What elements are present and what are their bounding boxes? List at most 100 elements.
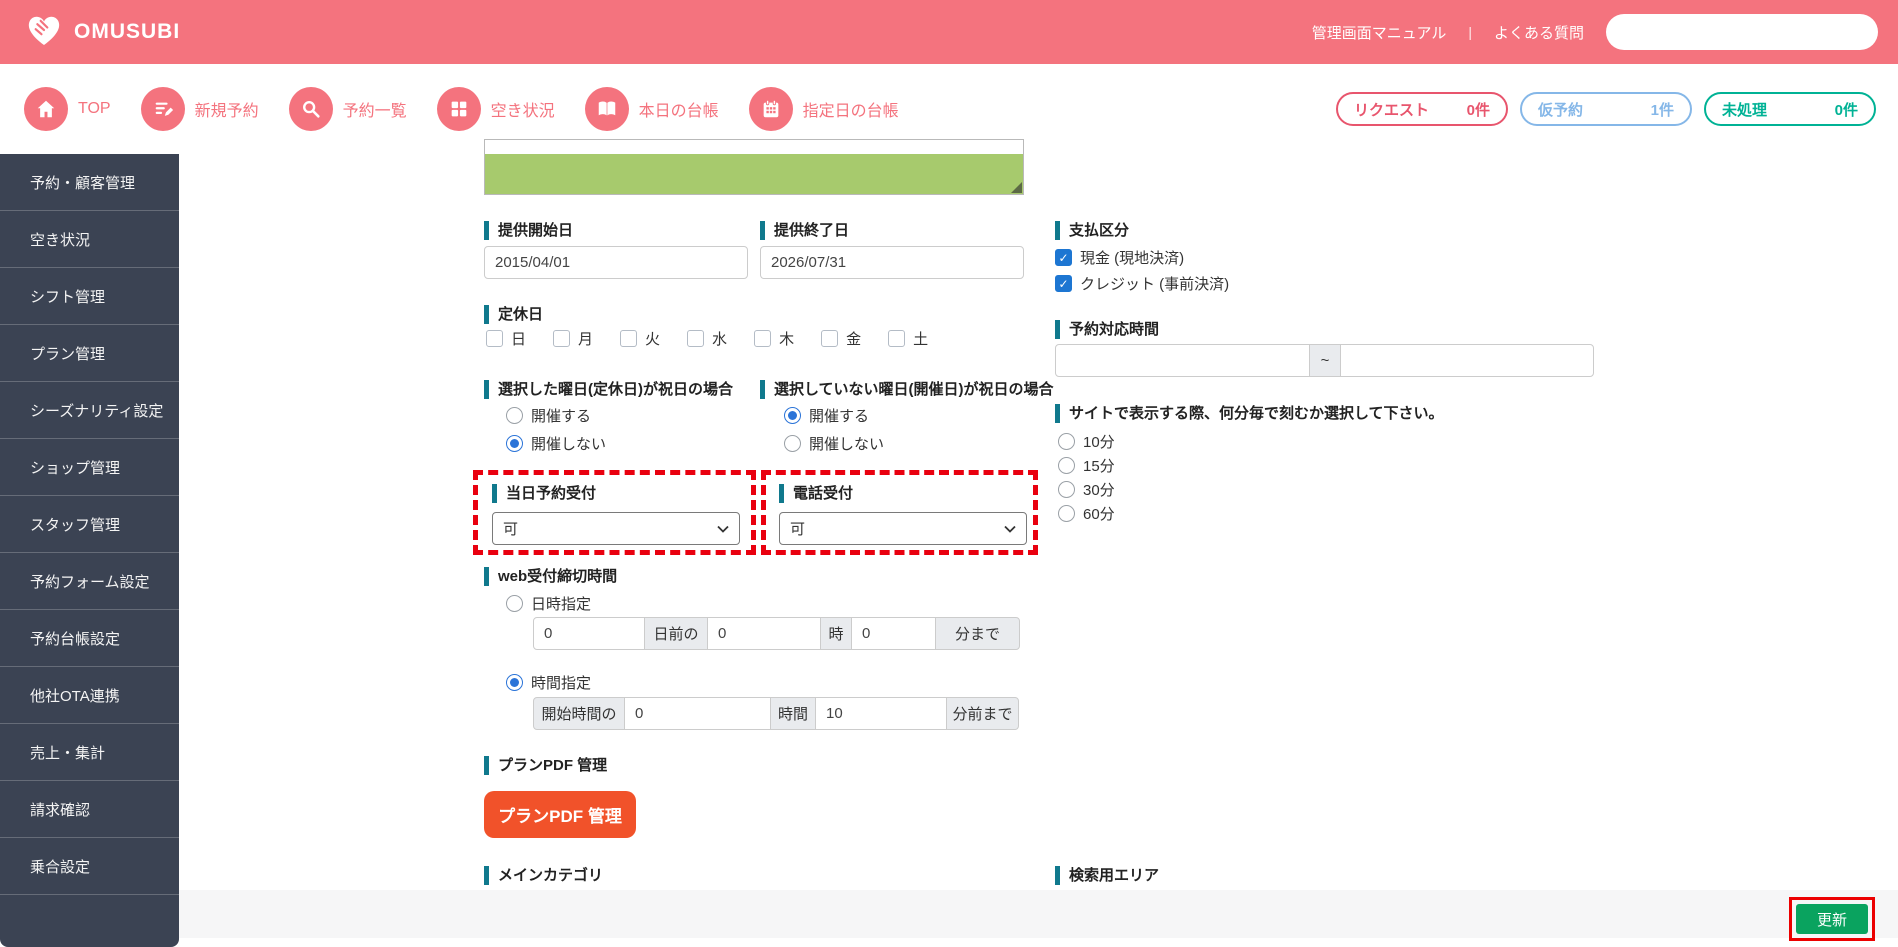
- sidebar-item-shift[interactable]: シフト管理: [0, 268, 179, 325]
- selected-holiday-closed-radio[interactable]: [506, 435, 523, 452]
- closed-days-label: 定休日: [484, 305, 543, 324]
- unselected-holiday-label: 選択していない曜日(開催日)が祝日の場合: [760, 380, 1054, 399]
- time-hour-addon: 時間: [770, 697, 816, 730]
- payment-cash-checkbox[interactable]: ✓: [1055, 249, 1072, 266]
- day-sat-checkbox[interactable]: ✓: [888, 330, 906, 347]
- interval-15-radio[interactable]: [1058, 457, 1075, 474]
- app-header: OMUSUBI 管理画面マニュアル | よくある質問: [0, 0, 1898, 64]
- link-separator: |: [1468, 24, 1472, 40]
- omusubi-heart-logo-icon: [24, 10, 64, 55]
- interval-60-radio[interactable]: [1058, 505, 1075, 522]
- day-thu: ✓木: [754, 328, 794, 349]
- deadline-days-addon: 日前の: [644, 617, 708, 650]
- nav-item-reservation-list[interactable]: 予約一覧: [288, 87, 407, 131]
- check-icon: ✓: [1058, 250, 1069, 265]
- same-day-label: 当日予約受付: [492, 484, 596, 503]
- deadline-minute-input[interactable]: [851, 617, 936, 650]
- deadline-time-radio[interactable]: [506, 674, 523, 691]
- day-mon: ✓月: [553, 328, 593, 349]
- radio-dot-icon: [510, 439, 519, 448]
- sidebar-item-reservation-customer[interactable]: 予約・顧客管理: [0, 154, 179, 211]
- interval-30-radio[interactable]: [1058, 481, 1075, 498]
- sidebar-item-availability[interactable]: 空き状況: [0, 211, 179, 268]
- badge-tentative[interactable]: 仮予約 1件: [1520, 92, 1692, 126]
- interval-10-radio[interactable]: [1058, 433, 1075, 450]
- sidebar-item-ledger-settings[interactable]: 予約台帳設定: [0, 610, 179, 667]
- deadline-hour-input[interactable]: [707, 617, 821, 650]
- unselected-holiday-closed-radio[interactable]: [784, 435, 801, 452]
- chevron-down-icon: [1004, 525, 1016, 533]
- new-reservation-icon: [140, 87, 185, 131]
- main-category-label: メインカテゴリ: [484, 866, 603, 885]
- annotation-box-update: 更新: [1789, 897, 1875, 941]
- time-minute-input[interactable]: [815, 697, 947, 730]
- date-ledger-icon: [748, 87, 793, 131]
- sidebar-item-shop[interactable]: ショップ管理: [0, 439, 179, 496]
- phone-select[interactable]: 可: [779, 512, 1027, 545]
- nav-item-top[interactable]: TOP: [24, 87, 111, 131]
- payment-credit-checkbox[interactable]: ✓: [1055, 275, 1072, 292]
- day-fri: ✓金: [821, 328, 861, 349]
- nav-item-date-ledger[interactable]: 指定日の台帳: [748, 87, 899, 131]
- sidebar-item-sales[interactable]: 売上・集計: [0, 724, 179, 781]
- resize-grip-icon[interactable]: [1011, 182, 1022, 193]
- reservation-hours-to-input[interactable]: [1340, 344, 1594, 377]
- nav-item-new-reservation[interactable]: 新規予約: [140, 87, 259, 131]
- manual-link[interactable]: 管理画面マニュアル: [1312, 22, 1447, 43]
- closed-days-row: ✓日 ✓月 ✓火 ✓水 ✓木 ✓金 ✓土: [486, 328, 928, 349]
- sidebar-item-reservation-form[interactable]: 予約フォーム設定: [0, 553, 179, 610]
- deadline-time-group: 開始時間の 時間 分前まで: [533, 697, 1019, 730]
- day-mon-checkbox[interactable]: ✓: [553, 330, 571, 347]
- day-tue: ✓火: [620, 328, 660, 349]
- deadline-datetime-radio[interactable]: [506, 595, 523, 612]
- plan-pdf-button[interactable]: プランPDF 管理: [484, 791, 636, 838]
- description-textarea[interactable]: [484, 139, 1024, 195]
- offer-start-input[interactable]: [484, 246, 748, 279]
- offer-end-input[interactable]: [760, 246, 1024, 279]
- deadline-days-input[interactable]: [533, 617, 645, 650]
- day-tue-checkbox[interactable]: ✓: [620, 330, 638, 347]
- interval-label: サイトで表示する際、何分毎で刻むか選択して下さい。: [1055, 404, 1444, 423]
- day-fri-checkbox[interactable]: ✓: [821, 330, 839, 347]
- radio-dot-icon: [788, 411, 797, 420]
- day-wed: ✓水: [687, 328, 727, 349]
- time-hour-input[interactable]: [624, 697, 771, 730]
- sidebar-item-billing[interactable]: 請求確認: [0, 781, 179, 838]
- badge-unprocessed[interactable]: 未処理 0件: [1704, 92, 1876, 126]
- unselected-holiday-open-radio[interactable]: [784, 407, 801, 424]
- start-time-addon: 開始時間の: [533, 697, 625, 730]
- selected-holiday-label: 選択した曜日(定休日)が祝日の場合: [484, 380, 733, 399]
- sidebar-item-plan[interactable]: プラン管理: [0, 325, 179, 382]
- phone-label: 電話受付: [779, 484, 853, 503]
- offer-start-label: 提供開始日: [484, 221, 573, 240]
- bottom-action-bar: [179, 890, 1898, 938]
- reservation-hours-from-input[interactable]: [1055, 344, 1310, 377]
- selected-holiday-open-radio[interactable]: [506, 407, 523, 424]
- tilde-separator: ~: [1309, 344, 1341, 377]
- brand-name: OMUSUBI: [74, 20, 181, 43]
- day-wed-checkbox[interactable]: ✓: [687, 330, 705, 347]
- sidebar-item-seasonality[interactable]: シーズナリティ設定: [0, 382, 179, 439]
- sidebar-item-ota[interactable]: 他社OTA連携: [0, 667, 179, 724]
- chevron-down-icon: [717, 525, 729, 533]
- badge-request[interactable]: リクエスト 0件: [1336, 92, 1508, 126]
- brand-logo[interactable]: OMUSUBI: [24, 10, 180, 55]
- same-day-select[interactable]: 可: [492, 512, 740, 545]
- offer-end-label: 提供終了日: [760, 221, 849, 240]
- sidebar-item-shared-ride[interactable]: 乗合設定: [0, 838, 179, 895]
- day-sun-checkbox[interactable]: ✓: [486, 330, 503, 347]
- sidebar-item-staff[interactable]: スタッフ管理: [0, 496, 179, 553]
- payment-credit-label: クレジット (事前決済): [1080, 276, 1230, 293]
- day-thu-checkbox[interactable]: ✓: [754, 330, 772, 347]
- reservation-hours-label: 予約対応時間: [1055, 320, 1159, 339]
- header-search-input[interactable]: [1606, 14, 1878, 50]
- nav-item-today-ledger[interactable]: 本日の台帳: [584, 87, 719, 131]
- payment-cash-label: 現金 (現地決済): [1080, 250, 1185, 267]
- nav-item-availability[interactable]: 空き状況: [436, 87, 555, 131]
- check-icon: ✓: [1058, 276, 1069, 291]
- faq-link[interactable]: よくある質問: [1494, 22, 1584, 43]
- update-button[interactable]: 更新: [1796, 904, 1868, 934]
- home-icon: [24, 87, 68, 131]
- textarea-highlighted-content: [485, 154, 1023, 194]
- reservation-list-icon: [288, 87, 333, 131]
